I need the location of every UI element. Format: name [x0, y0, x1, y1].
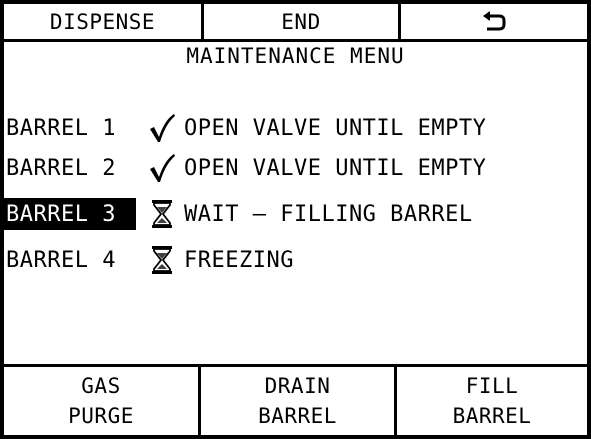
- gas-purge-button[interactable]: GAS PURGE: [4, 367, 201, 435]
- end-label: END: [281, 9, 321, 34]
- button-label-line2: BARREL: [258, 404, 337, 428]
- end-button[interactable]: END: [204, 4, 401, 39]
- barrel-row[interactable]: BARREL 1 OPEN VALVE UNTIL EMPTY: [4, 110, 486, 146]
- hourglass-icon: [144, 196, 180, 232]
- barrel-label: BARREL 3: [4, 198, 136, 230]
- barrel-label: BARREL 1: [6, 115, 116, 141]
- button-label-line2: BARREL: [452, 404, 532, 428]
- drain-barrel-button[interactable]: DRAIN BARREL: [201, 367, 397, 435]
- button-label-line1: DRAIN: [264, 374, 331, 398]
- top-button-bar: DISPENSE END: [4, 4, 587, 42]
- check-icon: [144, 150, 180, 186]
- barrel-status: FREEZING: [184, 247, 294, 273]
- dispense-button[interactable]: DISPENSE: [4, 4, 204, 39]
- barrel-status: WAIT – FILLING BARREL: [184, 201, 473, 227]
- barrel-row[interactable]: BARREL 2 OPEN VALVE UNTIL EMPTY: [4, 150, 486, 186]
- button-label-line1: GAS: [81, 374, 121, 398]
- button-label-line2: PURGE: [68, 404, 134, 428]
- check-icon: [144, 110, 180, 146]
- barrel-status: OPEN VALVE UNTIL EMPTY: [184, 115, 487, 141]
- barrel-status: OPEN VALVE UNTIL EMPTY: [184, 155, 487, 181]
- page-title: MAINTENANCE MENU: [186, 44, 405, 68]
- dispense-label: DISPENSE: [49, 9, 156, 34]
- bottom-button-bar: GAS PURGE DRAIN BARREL FILL BARREL: [4, 364, 587, 435]
- maintenance-screen: DISPENSE END MAINTENANCE MENU BARREL 1 O…: [0, 0, 591, 439]
- barrel-row[interactable]: BARREL 4 FREEZING: [4, 242, 294, 278]
- barrel-row-selected[interactable]: BARREL 3 WAIT – FILLING BARREL: [4, 196, 473, 232]
- barrel-label: BARREL 4: [6, 247, 116, 273]
- barrel-label: BARREL 2: [6, 155, 116, 181]
- fill-barrel-button[interactable]: FILL BARREL: [397, 367, 587, 435]
- button-label-line1: FILL: [465, 374, 519, 398]
- back-button[interactable]: [401, 4, 587, 39]
- hourglass-icon: [144, 242, 180, 278]
- undo-arrow-icon: [483, 10, 506, 30]
